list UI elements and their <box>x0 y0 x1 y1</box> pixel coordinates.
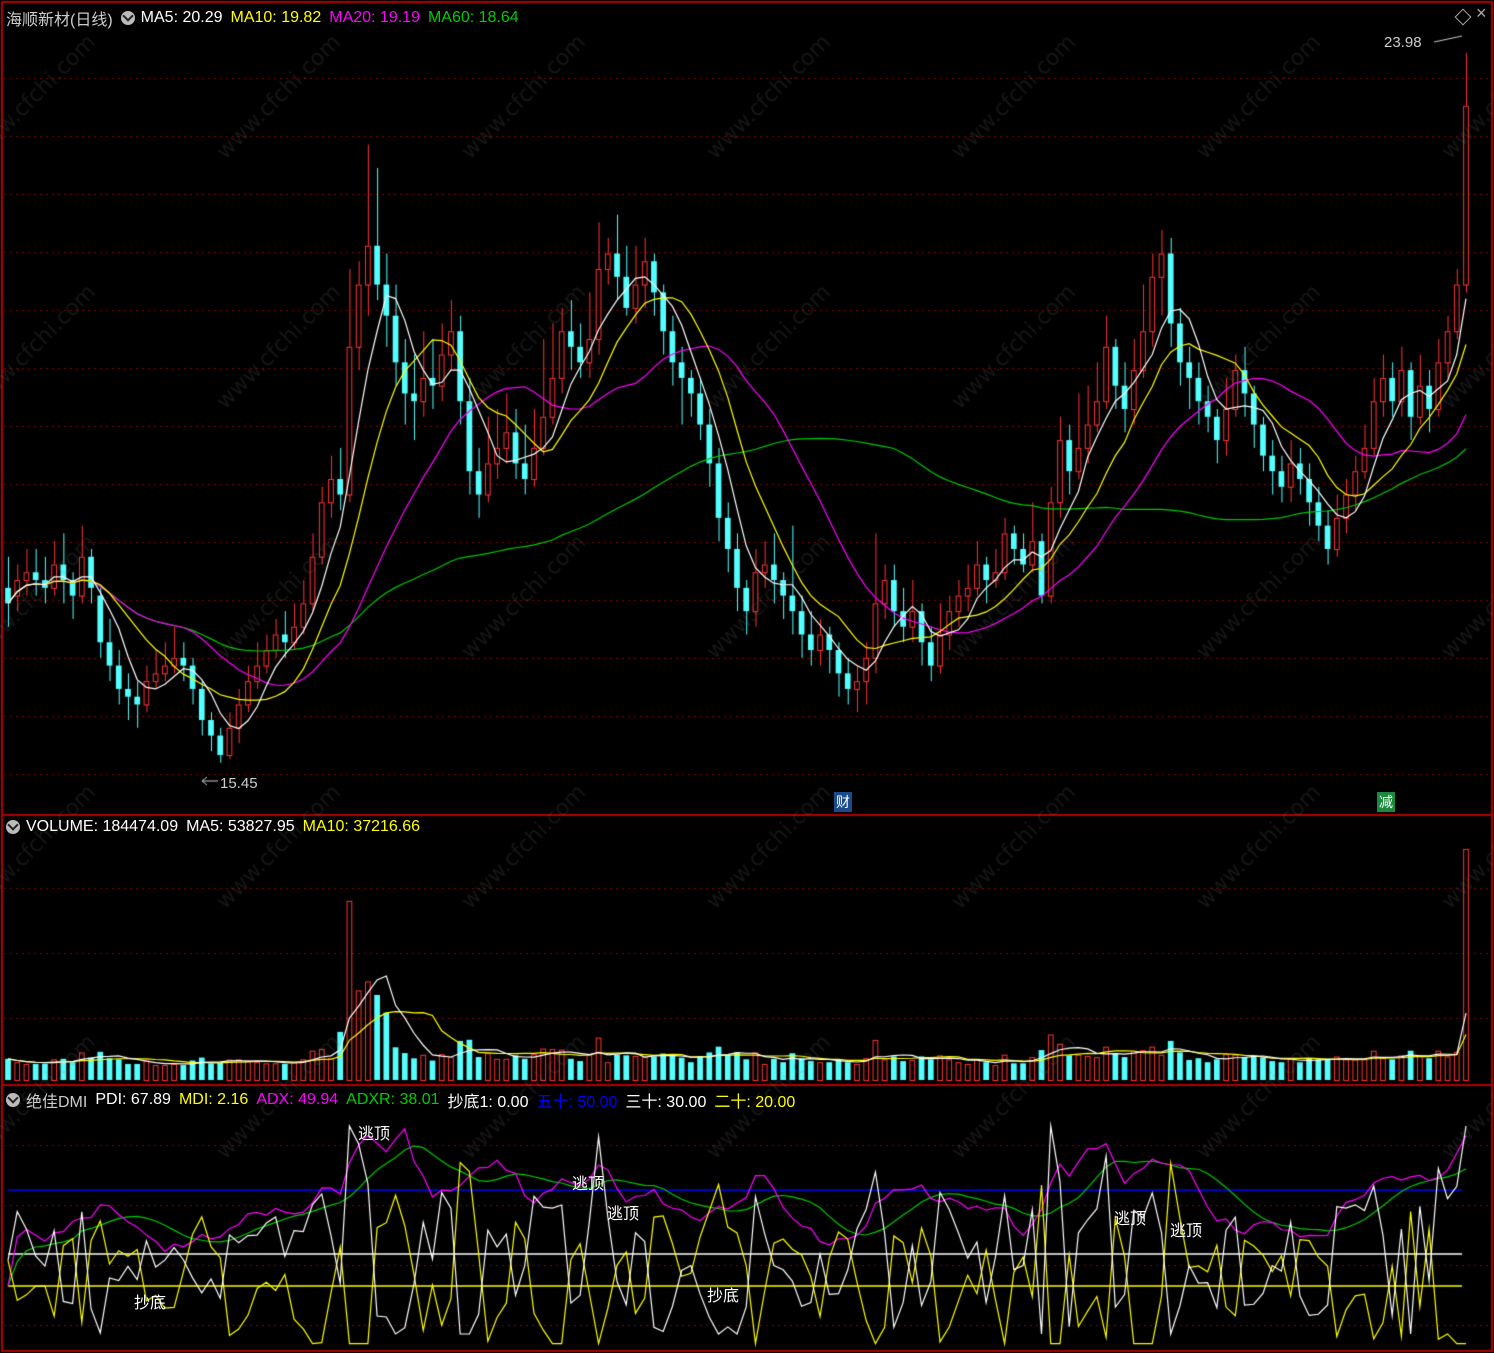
stock-title: 海顺新材(日线) <box>6 12 113 29</box>
high-price-label: 23.98 <box>1384 34 1422 51</box>
ma10-readout: MA10: 19.82 <box>230 9 322 26</box>
volume-ma10-readout: MA10: 37216.66 <box>302 818 421 835</box>
signal-taoding-4: 逃顶 <box>1114 1211 1147 1228</box>
main-header: 海顺新材(日线) MA5: 20.29 MA10: 19.82 MA20: 19… <box>6 6 527 30</box>
signal-taoding-3: 逃顶 <box>607 1206 640 1223</box>
signal-chaodi-1: 抄底 <box>134 1295 167 1312</box>
chevron-down-icon[interactable] <box>120 11 135 25</box>
adxr-readout: ADXR: 38.01 <box>346 1091 440 1108</box>
sanshi-readout: 三十: 30.00 <box>625 1094 707 1111</box>
volume-header: VOLUME: 184474.09 MA5: 53827.95 MA10: 37… <box>6 818 428 836</box>
volume-readout: VOLUME: 184474.09 <box>26 818 179 835</box>
close-icon[interactable]: × <box>1476 4 1487 22</box>
signal-chaodi-2: 抄底 <box>707 1288 740 1305</box>
dmi-header: 绝佳DMI PDI: 67.89 MDI: 2.16 ADX: 49.94 AD… <box>6 1088 803 1112</box>
signal-taoding-5: 逃顶 <box>1170 1223 1203 1240</box>
signal-taoding-1: 逃顶 <box>358 1126 391 1143</box>
chaodi1-readout: 抄底1: 0.00 <box>447 1094 529 1111</box>
pdi-readout: PDI: 67.89 <box>95 1091 171 1108</box>
stock-chart-canvas[interactable] <box>0 0 1494 1353</box>
ma60-readout: MA60: 18.64 <box>427 9 519 26</box>
dmi-title: 绝佳DMI <box>26 1094 88 1111</box>
event-marker-jian[interactable]: 减 <box>1377 792 1395 812</box>
signal-taoding-2: 逃顶 <box>572 1176 605 1193</box>
chevron-down-icon[interactable] <box>6 1093 20 1107</box>
event-marker-cai[interactable]: 财 <box>834 792 852 812</box>
low-price-label: 15.45 <box>220 775 258 792</box>
mdi-readout: MDI: 2.16 <box>178 1091 249 1108</box>
chevron-down-icon[interactable] <box>6 820 20 834</box>
ma5-readout: MA5: 20.29 <box>140 9 223 26</box>
wushi-readout: 五十: 50.00 <box>536 1094 618 1111</box>
adx-readout: ADX: 49.94 <box>256 1091 339 1108</box>
ma20-readout: MA20: 19.19 <box>329 9 420 26</box>
ershi-readout: 二十: 20.00 <box>714 1094 796 1111</box>
volume-ma5-readout: MA5: 53827.95 <box>186 818 295 835</box>
